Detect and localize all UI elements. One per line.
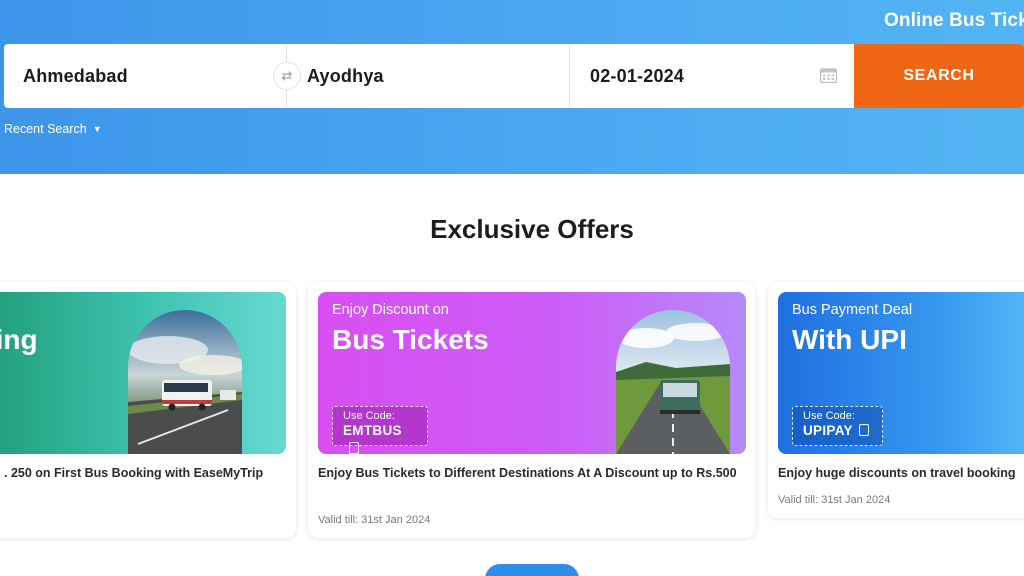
offer-validity: Valid till: 31st Jan 2024 [318,514,431,526]
banner-subheading: Bus Payment Deal [792,302,913,318]
banner-heading: Bus Tickets [332,324,489,355]
coupon-code-label: Use Code: [343,410,395,422]
calendar-icon[interactable] [820,67,837,83]
page: Online Bus Tick Ahmedabad ⇄ Ayodhya 02-0… [0,0,1024,576]
offer-validity: Valid till: 31st Jan 2024 [778,494,891,506]
page-title: Online Bus Tick [884,10,1024,31]
banner-subheading: Enjoy Discount on [332,302,449,318]
search-hero: Online Bus Tick Ahmedabad ⇄ Ayodhya 02-0… [0,0,1024,174]
coupon-code-box[interactable]: Use Code: UPIPAY [792,406,883,446]
coupon-code: EMTBUS [343,423,402,438]
offer-description: Enjoy huge discounts on travel booking [778,466,1016,480]
banner-heading: king [0,324,38,355]
offer-banner: Bus Payment Deal With UPI Use Code: UPIP… [778,292,1024,454]
copy-icon[interactable] [858,424,869,436]
coupon-code-box[interactable]: Use Code: EMTBUS [332,406,428,454]
view-all-button[interactable] [485,564,579,576]
to-city-field[interactable]: Ayodhya [287,44,570,108]
bus-search-bar: Ahmedabad ⇄ Ayodhya 02-01-2024 SEARCH [4,44,1024,108]
travel-date-value: 02-01-2024 [590,65,685,86]
bus-photo [616,310,730,454]
coupon-code-label: Use Code: [803,410,855,422]
offer-card-upipay[interactable]: Bus Payment Deal With UPI Use Code: UPIP… [768,282,1024,518]
coupon-code: UPIPAY [803,423,853,438]
banner-heading: With UPI [792,324,907,355]
offer-description: . 250 on First Bus Booking with EaseMyTr… [4,466,264,480]
offer-card-emtbus[interactable]: Enjoy Discount on Bus Tickets Use Code: … [308,282,755,538]
travel-date-field[interactable]: 02-01-2024 [570,44,854,108]
recent-search-label: Recent Search [4,122,87,136]
recent-search-toggle[interactable]: Recent Search ▼ [4,122,102,136]
offer-card-first-booking[interactable]: king [0,282,296,538]
offer-description: Enjoy Bus Tickets to Different Destinati… [318,466,737,480]
offer-banner: king [0,292,286,454]
offers-title: Exclusive Offers [430,214,634,244]
to-city-value: Ayodhya [307,65,384,86]
caret-down-icon: ▼ [92,124,102,134]
copy-icon[interactable] [349,442,359,454]
from-city-field[interactable]: Ahmedabad [4,44,287,108]
swap-icon[interactable]: ⇄ [273,62,301,90]
search-button[interactable]: SEARCH [854,44,1024,108]
from-city-value: Ahmedabad [23,65,128,86]
bus-photo [128,310,242,454]
offer-banner: Enjoy Discount on Bus Tickets Use Code: … [318,292,746,454]
